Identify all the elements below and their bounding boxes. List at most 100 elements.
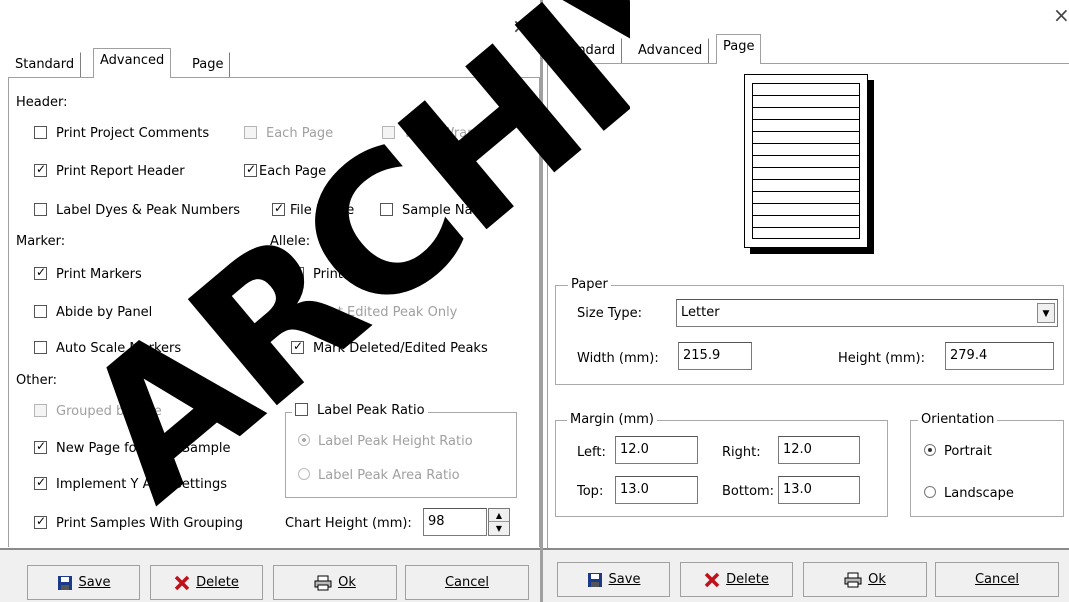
printer-icon: [844, 572, 862, 587]
printer-icon: [314, 575, 332, 590]
tab-standard[interactable]: Standard: [549, 38, 623, 64]
tab-standard[interactable]: Standard: [8, 52, 82, 78]
print-samples-grouping-checkbox[interactable]: Print Samples With Grouping: [34, 514, 243, 531]
each-page-checkbox-2[interactable]: Each Page: [244, 162, 326, 179]
checkbox-box[interactable]: [34, 475, 47, 490]
width-input[interactable]: 215.9: [678, 342, 752, 370]
checkbox-box[interactable]: [34, 305, 47, 318]
right-margin-input[interactable]: 12.0: [778, 436, 860, 464]
checkbox-box[interactable]: [34, 404, 47, 417]
label-peak-area-ratio-radio[interactable]: Label Peak Area Ratio: [298, 468, 460, 483]
sample-name-checkbox[interactable]: Sample Name: [380, 203, 493, 218]
width-label: Width (mm):: [577, 351, 659, 366]
other-label: Other:: [16, 373, 58, 388]
checkbox-box[interactable]: [34, 514, 47, 529]
tab-strip: Standard Advanced Page: [8, 48, 538, 78]
radio-dot[interactable]: [298, 434, 310, 446]
top-margin-label: Top:: [577, 484, 604, 499]
bottom-margin-label: Bottom:: [722, 484, 775, 499]
auto-scale-markers-checkbox[interactable]: Auto Scale Markers: [34, 341, 181, 356]
radio-dot[interactable]: [924, 486, 936, 498]
orientation-group-label: Orientation: [918, 412, 998, 427]
margin-group-label: Margin (mm): [567, 412, 658, 427]
delete-icon: [704, 572, 720, 587]
ok-button[interactable]: Ok: [273, 565, 397, 600]
each-page-checkbox-1[interactable]: Each Page: [244, 126, 333, 141]
print-report-header-checkbox[interactable]: Print Report Header: [34, 162, 185, 179]
print-edited-peak-only-checkbox[interactable]: Print Edited Peak Only: [291, 305, 457, 320]
label-dyes-checkbox[interactable]: Label Dyes & Peak Numbers: [34, 203, 240, 218]
spin-down-icon[interactable]: ▼: [489, 522, 509, 535]
chevron-down-icon[interactable]: ▼: [1037, 303, 1055, 323]
allele-label: Allele:: [270, 234, 311, 249]
landscape-radio[interactable]: Landscape: [924, 486, 1014, 501]
ok-button[interactable]: Ok: [803, 562, 927, 597]
cancel-button[interactable]: Cancel: [935, 562, 1059, 597]
spin-up-icon[interactable]: ▲: [489, 509, 509, 522]
mark-deleted-checkbox[interactable]: Mark Deleted/Edited Peaks: [291, 339, 488, 356]
height-label: Height (mm):: [838, 351, 925, 366]
checkbox-box[interactable]: [291, 339, 304, 354]
tab-page[interactable]: Page: [716, 34, 762, 64]
height-input[interactable]: 279.4: [945, 342, 1054, 370]
checkbox-box[interactable]: [34, 203, 47, 216]
checkbox-box[interactable]: [380, 203, 393, 216]
file-name-checkbox[interactable]: File Name: [272, 201, 354, 218]
marker-label: Marker:: [16, 234, 66, 249]
radio-dot[interactable]: [298, 468, 310, 480]
label-peak-height-ratio-radio[interactable]: Label Peak Height Ratio: [298, 434, 473, 449]
size-type-label: Size Type:: [577, 306, 643, 321]
bottom-margin-input[interactable]: 13.0: [778, 476, 860, 504]
left-margin-label: Left:: [577, 445, 606, 460]
delete-button[interactable]: Delete: [150, 565, 263, 600]
portrait-radio[interactable]: Portrait: [924, 444, 992, 459]
label-peak-ratio-checkbox[interactable]: Label Peak Ratio: [292, 403, 428, 418]
orientation-group: [910, 420, 1064, 517]
close-icon[interactable]: ×: [512, 14, 529, 38]
checkbox-box[interactable]: [295, 403, 308, 416]
save-icon: [587, 572, 602, 587]
checkbox-box[interactable]: [244, 126, 257, 139]
print-markers-checkbox[interactable]: Print Markers: [34, 265, 142, 282]
right-dialog: × Standard Advanced Page Paper Size Type…: [543, 0, 1069, 602]
delete-button[interactable]: Delete: [680, 562, 793, 597]
chart-height-spinner[interactable]: ▲ ▼: [488, 508, 510, 536]
implement-y-axis-checkbox[interactable]: Implement Y Axis Settings: [34, 475, 227, 492]
right-margin-label: Right:: [722, 445, 761, 460]
radio-dot[interactable]: [924, 444, 936, 456]
grouped-by-dye-checkbox[interactable]: Grouped by Dye: [34, 404, 162, 419]
checkbox-box[interactable]: [272, 201, 285, 216]
checkbox-box[interactable]: [382, 126, 395, 139]
checkbox-box[interactable]: [34, 126, 47, 139]
page-preview: [744, 74, 874, 254]
tab-advanced[interactable]: Advanced: [631, 38, 710, 64]
word-wrap-checkbox[interactable]: Word Wrap: [382, 126, 475, 141]
size-type-select[interactable]: Letter ▼: [676, 299, 1058, 327]
delete-icon: [174, 575, 190, 590]
label-peak-ratio-group: [285, 412, 517, 498]
new-page-checkbox[interactable]: New Page for Each Sample: [34, 439, 231, 456]
checkbox-box[interactable]: [34, 162, 47, 177]
checkbox-box[interactable]: [34, 341, 47, 354]
header-label: Header:: [16, 95, 68, 110]
save-icon: [57, 575, 72, 590]
abide-by-panel-checkbox[interactable]: Abide by Panel: [34, 305, 152, 320]
tab-advanced[interactable]: Advanced: [93, 48, 172, 78]
close-icon[interactable]: ×: [1053, 3, 1069, 27]
print-project-comments-checkbox[interactable]: Print Project Comments: [34, 126, 209, 141]
left-margin-input[interactable]: 12.0: [615, 436, 698, 464]
chart-height-label: Chart Height (mm):: [285, 516, 412, 531]
save-button[interactable]: Save: [557, 562, 670, 597]
checkbox-box[interactable]: [244, 162, 257, 177]
chart-height-input[interactable]: 98: [423, 508, 487, 536]
top-margin-input[interactable]: 13.0: [615, 476, 698, 504]
checkbox-box[interactable]: [291, 265, 304, 280]
tab-page[interactable]: Page: [185, 52, 231, 78]
checkbox-box[interactable]: [34, 439, 47, 454]
save-button[interactable]: Save: [27, 565, 140, 600]
checkbox-box[interactable]: [34, 265, 47, 280]
cancel-button[interactable]: Cancel: [405, 565, 529, 600]
print-alleles-checkbox[interactable]: Print Alleles: [291, 265, 390, 282]
checkbox-box[interactable]: [291, 305, 304, 318]
paper-group-label: Paper: [568, 277, 611, 292]
